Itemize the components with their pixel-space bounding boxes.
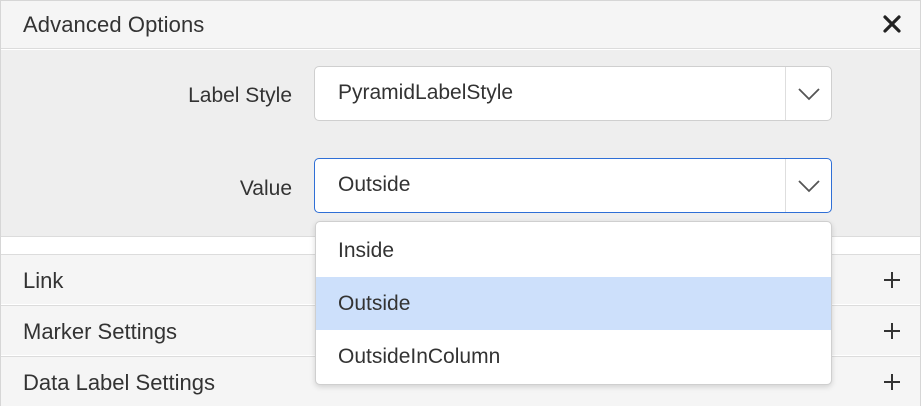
dropdown-option-outside[interactable]: Outside (316, 277, 831, 330)
close-button[interactable] (877, 9, 907, 39)
section-label: Marker Settings (23, 319, 178, 344)
plus-icon[interactable] (881, 269, 903, 291)
value-label: Value (239, 177, 292, 200)
value-dropdown-button[interactable] (786, 159, 832, 212)
section-label: Link (23, 268, 64, 293)
value-select-value: Outside (338, 173, 411, 196)
value-dropdown-list: Inside Outside OutsideInColumn (315, 221, 832, 385)
chevron-down-icon (798, 87, 820, 100)
value-select[interactable]: Outside (314, 158, 832, 213)
close-icon (883, 15, 901, 33)
properties-panel: Advanced Options Label Style PyramidLabe… (0, 0, 921, 406)
advanced-options-body: Label Style PyramidLabelStyle Value Outs… (1, 50, 920, 237)
section-label: Data Label Settings (23, 370, 216, 395)
chevron-down-icon (798, 179, 820, 192)
plus-icon[interactable] (881, 320, 903, 342)
label-style-label: Label Style (188, 84, 292, 107)
advanced-options-header: Advanced Options (1, 1, 920, 49)
advanced-options-title: Advanced Options (23, 12, 205, 37)
label-style-value: PyramidLabelStyle (338, 81, 514, 104)
dropdown-option-outsideincolumn[interactable]: OutsideInColumn (316, 330, 831, 383)
label-style-select[interactable]: PyramidLabelStyle (314, 66, 832, 121)
label-style-dropdown-button[interactable] (786, 67, 832, 120)
plus-icon[interactable] (881, 371, 903, 393)
dropdown-option-inside[interactable]: Inside (316, 224, 831, 277)
